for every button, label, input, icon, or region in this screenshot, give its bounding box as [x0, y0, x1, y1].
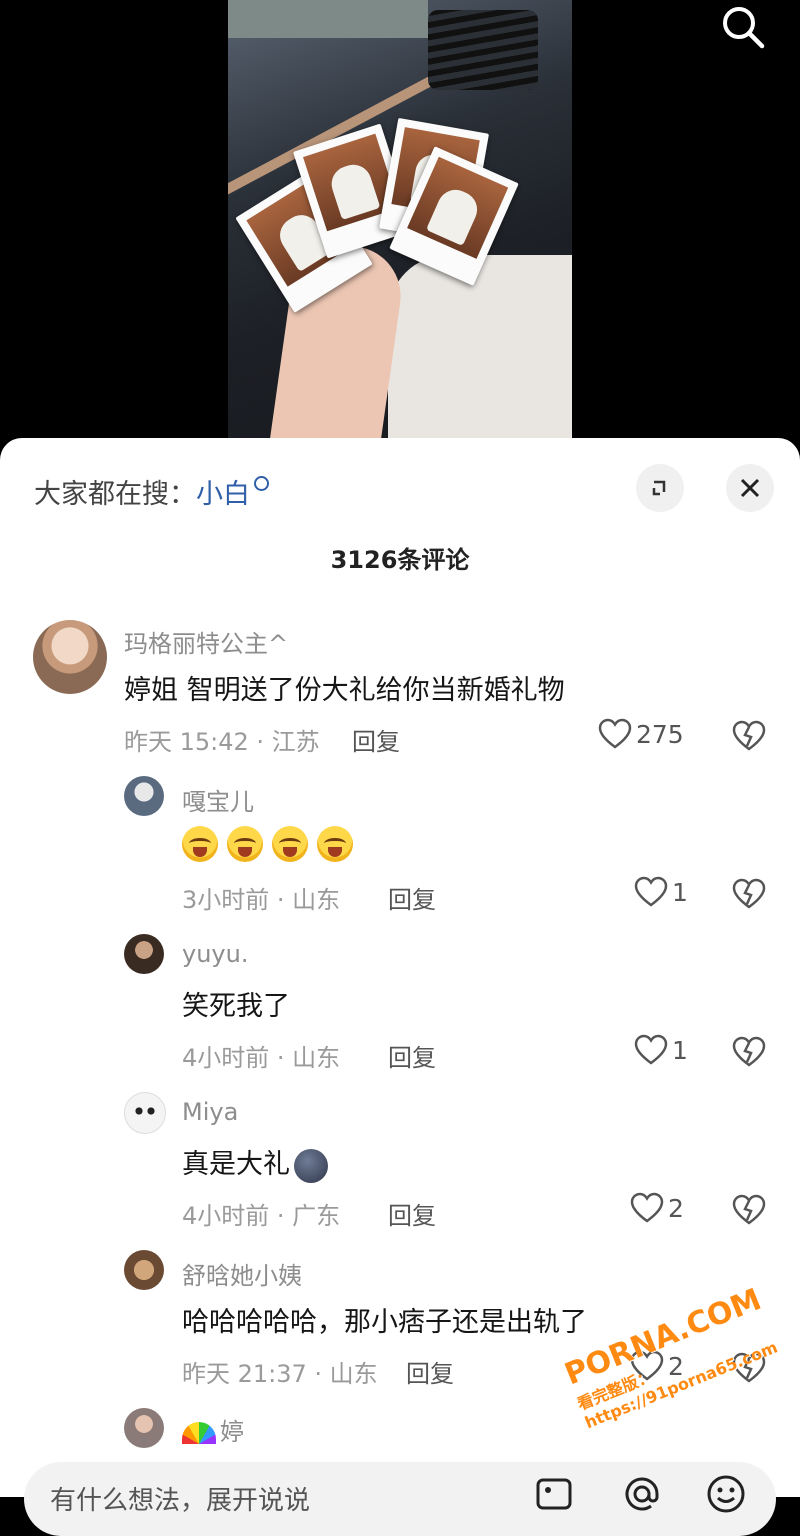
reply-button[interactable]: 回复: [388, 1196, 436, 1231]
like-button[interactable]: 1: [634, 1034, 688, 1066]
crying-laughing-emoji: [227, 826, 263, 862]
heart-icon: [634, 876, 668, 907]
avatar[interactable]: [124, 1250, 164, 1290]
expand-icon: [652, 480, 666, 496]
comment-input[interactable]: 有什么想法，展开说说: [24, 1462, 776, 1536]
close-icon: [740, 478, 760, 498]
like-count: 1: [672, 1035, 688, 1065]
avatar[interactable]: [33, 620, 107, 694]
hot-search-prefix: 大家都在搜：: [34, 479, 196, 510]
search-icon[interactable]: [718, 2, 768, 52]
comment-username[interactable]: 舒晗她小姨: [182, 1256, 302, 1291]
dislike-button[interactable]: [732, 720, 766, 752]
rainbow-emoji: [182, 1422, 216, 1444]
comment-meta: 3小时前 · 山东: [182, 886, 341, 914]
reply-button[interactable]: 回复: [388, 1038, 436, 1073]
comment-text: 哈哈哈哈哈，那小痞子还是出轨了: [182, 1307, 587, 1338]
like-button[interactable]: 1: [634, 876, 688, 908]
like-button[interactable]: 2: [630, 1192, 684, 1224]
comment-username[interactable]: Miya: [182, 1098, 238, 1126]
comment-meta: 昨天 21:37 · 山东: [182, 1360, 378, 1388]
crying-laughing-emoji: [272, 826, 308, 862]
broken-heart-icon: [732, 1194, 766, 1225]
mention-icon[interactable]: [620, 1472, 664, 1520]
broken-heart-icon: [732, 1352, 766, 1383]
heart-icon: [634, 1034, 668, 1065]
avatar[interactable]: [124, 1092, 166, 1134]
dislike-button[interactable]: [732, 1036, 766, 1068]
comment-meta: 4小时前 · 广东: [182, 1202, 341, 1230]
dislike-button[interactable]: [732, 1352, 766, 1384]
white-dress: [388, 255, 572, 450]
comment-input-placeholder: 有什么想法，展开说说: [50, 1486, 311, 1516]
crying-laughing-emoji: [317, 826, 353, 862]
like-button[interactable]: 275: [598, 718, 684, 750]
emoji-blob: [294, 1148, 328, 1183]
heart-icon: [630, 1192, 664, 1223]
video-frame: [228, 0, 572, 450]
comment-meta: 昨天 15:42 · 江苏: [124, 728, 320, 756]
comment-username: 婷: [220, 1418, 244, 1446]
comment-username[interactable]: yuyu.: [182, 940, 248, 968]
reply-button[interactable]: 回复: [388, 880, 436, 915]
like-count: 275: [636, 719, 684, 749]
broken-heart-icon: [732, 1036, 766, 1067]
broken-heart-icon: [732, 720, 766, 751]
broken-heart-icon: [732, 878, 766, 909]
comment-text: 婷姐 智明送了份大礼给你当新婚礼物: [124, 675, 565, 706]
hot-search-bar[interactable]: 大家都在搜：小白: [34, 472, 269, 511]
comment-text: 真是大礼: [182, 1149, 290, 1180]
avatar[interactable]: [124, 934, 164, 974]
comment-text-row: 真是大礼: [182, 1142, 328, 1183]
comment-text: 笑死我了: [182, 991, 290, 1022]
video-player[interactable]: [0, 0, 800, 450]
car-window: [228, 0, 428, 38]
comment-username-row[interactable]: 婷: [182, 1412, 244, 1447]
like-count: 2: [668, 1193, 684, 1223]
reply-button[interactable]: 回复: [406, 1354, 454, 1389]
comment-emojis: [182, 826, 362, 862]
avatar[interactable]: [124, 776, 164, 816]
heart-icon: [630, 1350, 664, 1381]
avatar[interactable]: [124, 1408, 164, 1448]
comment-sheet: 大家都在搜：小白 3126条评论 玛格丽特公主^ 婷姐 智明送了份大礼给你当新婚…: [0, 438, 800, 1497]
image-icon[interactable]: [532, 1472, 576, 1520]
expand-button[interactable]: [636, 464, 684, 512]
dislike-button[interactable]: [732, 1194, 766, 1226]
like-count: 1: [672, 877, 688, 907]
like-button[interactable]: 2: [630, 1350, 684, 1382]
crying-laughing-emoji: [182, 826, 218, 862]
comment-count: 3126条评论: [330, 546, 470, 574]
close-button[interactable]: [726, 464, 774, 512]
reply-button[interactable]: 回复: [352, 722, 400, 757]
hot-search-keyword[interactable]: 小白: [196, 479, 250, 510]
comment-username[interactable]: 嘎宝儿: [182, 782, 254, 817]
air-vent: [428, 10, 538, 90]
heart-icon: [598, 718, 632, 749]
like-count: 2: [668, 1351, 684, 1381]
dislike-button[interactable]: [732, 878, 766, 910]
search-icon: [254, 476, 269, 491]
comment-username[interactable]: 玛格丽特公主^: [124, 624, 288, 659]
comment-meta: 4小时前 · 山东: [182, 1044, 341, 1072]
emoji-icon[interactable]: [704, 1472, 748, 1520]
